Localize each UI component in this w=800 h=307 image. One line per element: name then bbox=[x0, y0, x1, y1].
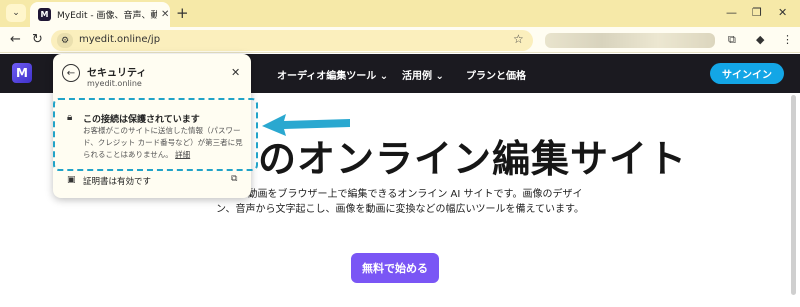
popup-domain: myedit.online bbox=[87, 79, 142, 88]
nav-pricing[interactable]: プランと価格 bbox=[466, 67, 526, 82]
reload-icon[interactable]: ↻ bbox=[32, 32, 43, 47]
nav-audio-tools[interactable]: オーディオ編集ツール ⌄ bbox=[277, 67, 388, 82]
new-tab-button[interactable]: + bbox=[176, 4, 189, 22]
extensions-icon[interactable]: ⧉ bbox=[728, 33, 736, 47]
tab-close-icon[interactable]: ✕ bbox=[161, 9, 169, 20]
menu-kebab-icon[interactable]: ⋮ bbox=[782, 33, 793, 46]
certificate-valid-item[interactable]: 証明書は有効です bbox=[83, 175, 151, 187]
nav-usecase-label: 活用例 bbox=[402, 71, 432, 82]
connection-description: お客様がこのサイトに送信した情報（パスワード、クレジット カード番号など）が第三… bbox=[83, 125, 248, 161]
hero-description: 音声、動画をブラウザー上で編集できるオンライン AI サイトです。画像のデザイン… bbox=[216, 189, 584, 215]
page-scrollbar[interactable] bbox=[791, 95, 796, 295]
maximize-icon[interactable]: ❐ bbox=[752, 6, 762, 19]
myedit-favicon-icon: M bbox=[38, 8, 51, 21]
tab-strip: ⌄ M MyEdit - 画像、音声、動画のオン ✕ + — ❐ ✕ bbox=[0, 0, 800, 27]
connection-status-title[interactable]: この接続は保護されています bbox=[83, 112, 200, 125]
tab-search-button[interactable]: ⌄ bbox=[6, 4, 26, 22]
bookmark-star-icon[interactable]: ☆ bbox=[513, 32, 524, 46]
browser-tab[interactable]: M MyEdit - 画像、音声、動画のオン ✕ bbox=[30, 2, 170, 27]
minimize-icon[interactable]: — bbox=[726, 6, 737, 19]
window-close-icon[interactable]: ✕ bbox=[778, 6, 787, 19]
back-icon[interactable]: ← bbox=[62, 64, 80, 82]
url-text: myedit.online/jp bbox=[79, 34, 161, 45]
address-bar[interactable]: ⚙ myedit.online/jp ☆ bbox=[51, 30, 533, 51]
nav-audio-label: オーディオ編集ツール bbox=[277, 71, 377, 82]
annotation-arrow-icon bbox=[262, 114, 350, 136]
connection-description-text: お客様がこのサイトに送信した情報（パスワード、クレジット カード番号など）が第三… bbox=[83, 126, 243, 159]
site-info-icon[interactable]: ⚙ bbox=[57, 33, 73, 48]
popup-close-icon[interactable]: ✕ bbox=[231, 66, 240, 79]
myedit-logo[interactable]: M bbox=[12, 63, 32, 83]
blurred-extensions-area bbox=[545, 33, 715, 48]
certificate-icon: ▣ bbox=[67, 175, 76, 185]
nav-use-cases[interactable]: 活用例 ⌄ bbox=[402, 67, 444, 82]
security-popup: ← セキュリティ myedit.online ✕ 🔒︎ この接続は保護されていま… bbox=[53, 54, 258, 198]
browser-toolbar: ← ↻ ⚙ myedit.online/jp ☆ ⧉ ◆ ⋮ bbox=[0, 27, 800, 53]
signin-button[interactable]: サインイン bbox=[710, 63, 784, 84]
back-arrow-icon[interactable]: ← bbox=[10, 32, 21, 47]
details-link[interactable]: 詳細 bbox=[175, 150, 190, 159]
tab-title: MyEdit - 画像、音声、動画のオン bbox=[57, 11, 157, 21]
lock-icon: 🔒︎ bbox=[67, 112, 73, 123]
profile-avatar-icon[interactable]: ◆ bbox=[756, 33, 764, 46]
external-link-icon[interactable]: ⧉ bbox=[231, 174, 237, 184]
popup-title: セキュリティ bbox=[87, 68, 147, 79]
start-free-button[interactable]: 無料で始める bbox=[351, 253, 439, 283]
